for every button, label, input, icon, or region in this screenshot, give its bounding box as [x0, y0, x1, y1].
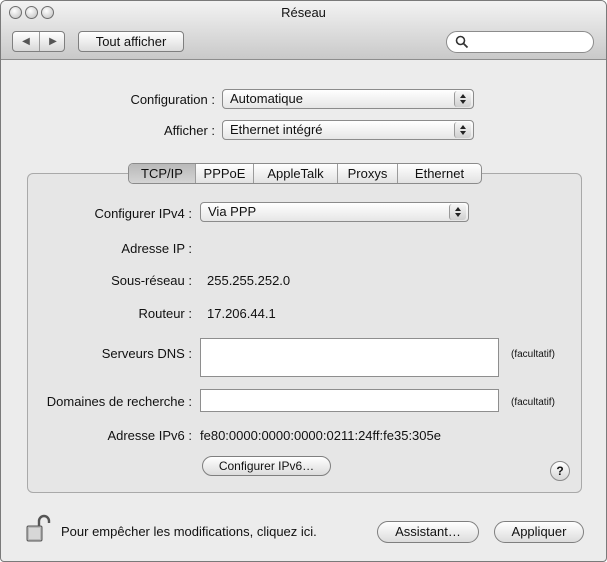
- title-bar: Réseau ◀ ▶ Tout afficher: [1, 1, 606, 60]
- back-icon[interactable]: ◀: [13, 32, 39, 51]
- tab-tcpip[interactable]: TCP/IP: [129, 164, 196, 183]
- configure-ipv4-label: Configurer IPv4 :: [94, 206, 192, 221]
- show-popup[interactable]: Ethernet intégré: [222, 120, 474, 140]
- tab-pppoe[interactable]: PPPoE: [196, 164, 254, 183]
- lock-icon[interactable]: [25, 514, 51, 544]
- dns-label: Serveurs DNS :: [101, 346, 192, 361]
- dns-optional-hint: (facultatif): [511, 349, 555, 360]
- ip-address-label: Adresse IP :: [121, 241, 192, 256]
- tab-proxys[interactable]: Proxys: [338, 164, 398, 183]
- tab-ethernet[interactable]: Ethernet: [398, 164, 481, 183]
- search-domains-field[interactable]: [200, 389, 499, 412]
- help-button[interactable]: ?: [550, 461, 570, 481]
- search-domains-label: Domaines de recherche :: [46, 394, 192, 409]
- search-domains-optional-hint: (facultatif): [511, 397, 555, 408]
- lock-instruction-text: Pour empêcher les modifications, cliquez…: [61, 524, 317, 539]
- tab-appletalk[interactable]: AppleTalk: [254, 164, 338, 183]
- window-title: Réseau: [281, 5, 326, 20]
- back-forward-control: ◀ ▶: [12, 31, 65, 52]
- show-label: Afficher :: [163, 123, 215, 138]
- router-value: 17.206.44.1: [207, 306, 276, 321]
- popup-arrows-icon: [454, 122, 471, 138]
- search-icon: [455, 35, 469, 49]
- configure-ipv4-value: Via PPP: [208, 204, 257, 219]
- subnet-value: 255.255.252.0: [207, 273, 291, 288]
- forward-icon[interactable]: ▶: [40, 32, 66, 51]
- popup-arrows-icon: [449, 204, 466, 220]
- subnet-label: Sous-réseau :: [111, 273, 192, 288]
- configuration-label: Configuration :: [130, 92, 215, 107]
- router-label: Routeur :: [138, 306, 192, 321]
- show-value: Ethernet intégré: [230, 122, 323, 137]
- show-all-button[interactable]: Tout afficher: [78, 31, 184, 52]
- ipv6-label: Adresse IPv6 :: [107, 428, 192, 443]
- network-preferences-window: Réseau ◀ ▶ Tout afficher Configuration :…: [0, 0, 607, 562]
- assistant-button[interactable]: Assistant…: [377, 521, 479, 543]
- configuration-value: Automatique: [230, 91, 303, 106]
- search-field[interactable]: [446, 31, 594, 53]
- apply-button[interactable]: Appliquer: [494, 521, 584, 543]
- configure-ipv6-button[interactable]: Configurer IPv6…: [202, 456, 331, 476]
- configure-ipv4-popup[interactable]: Via PPP: [200, 202, 469, 222]
- tab-bar: TCP/IP PPPoE AppleTalk Proxys Ethernet: [128, 163, 482, 184]
- popup-arrows-icon: [454, 91, 471, 107]
- dns-servers-field[interactable]: [200, 338, 499, 377]
- configuration-popup[interactable]: Automatique: [222, 89, 474, 109]
- ipv6-value: fe80:0000:0000:0000:0211:24ff:fe35:305e: [200, 428, 441, 443]
